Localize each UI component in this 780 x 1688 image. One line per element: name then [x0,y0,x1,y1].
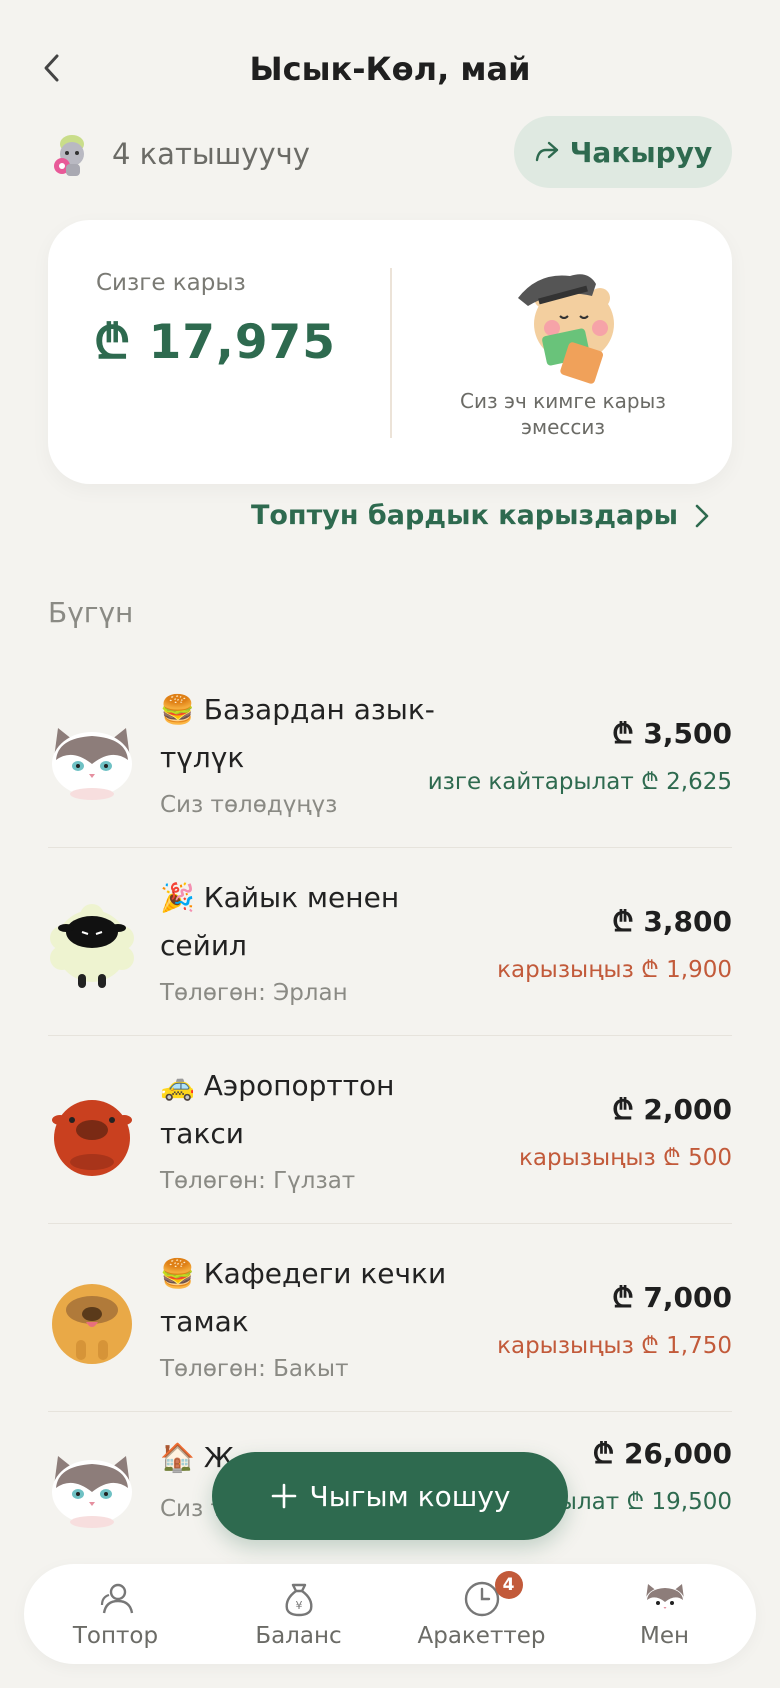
invite-label: Чакыруу [569,135,713,169]
expense-name: 🍔 Кафедеги кечки тамак [160,1250,450,1346]
expense-share: рылат ₾ 19,500 [544,1489,732,1515]
owed-amount: ₾ 17,975 [94,315,336,370]
people-icon [100,1583,133,1614]
cat-avatar-icon [52,1456,132,1528]
party-emoji-icon: 🎉 [160,881,195,914]
expense-payer: Төлөгөн: Гүлзат [160,1168,356,1194]
expense-name: 🍔 Базардан азык-түлүк [160,686,450,782]
house-emoji-icon: 🏠 [160,1441,195,1474]
owed-label: Сизге карыз [96,270,246,296]
bull-avatar-icon [52,1100,132,1176]
expense-name-text: Кафедеги кечки тамак [160,1257,447,1338]
tab-groups[interactable]: Топтор [31,1579,201,1649]
tab-activity[interactable]: 4 Аракеттер [397,1571,567,1649]
expense-total: ₾ 2,000 [612,1093,732,1126]
add-expense-button[interactable]: Чыгым кошуу [212,1452,568,1540]
taxi-emoji-icon: 🚕 [160,1069,195,1102]
expense-total: ₾ 7,000 [612,1281,732,1314]
expense-share: карызыңыз ₾ 1,750 [497,1333,732,1359]
food-emoji-icon: 🍔 [160,693,195,726]
mascot-bear-money-icon [518,274,614,384]
expense-name-text: Базардан азык-түлүк [160,693,435,774]
tab-label: Топтор [72,1623,159,1649]
expense-total: ₾ 3,500 [612,717,732,750]
expense-row[interactable]: 🚕 Аэропорттон такси Төлөгөн: Гүлзат ₾ 2,… [48,1036,732,1224]
chevron-right-icon [695,504,709,527]
participants[interactable]: 4 катышуучу [50,126,310,182]
dog-avatar-icon [52,1284,132,1364]
expense-payer: Сиз төлөдүңүз [160,792,338,818]
notification-badge: 4 [494,1571,523,1599]
card-divider [390,268,392,438]
balance-card: Сизге карыз ₾ 17,975 Сиз эч кимге карыз … [48,220,732,484]
tab-label: Мен [639,1623,690,1649]
expense-payer: Төлөгөн: Бакыт [160,1356,349,1382]
expense-total: ₾ 26,000 [592,1437,732,1470]
tab-label: Аракеттер [417,1623,546,1649]
all-debts-label: Топтун бардык карыздары [250,500,678,531]
section-title-today: Бүгүн [48,596,134,629]
cat-avatar-icon [52,728,132,800]
add-expense-label: Чыгым кошуу [309,1479,511,1513]
expense-row[interactable]: 🍔 Кафедеги кечки тамак Төлөгөн: Бакыт ₾ … [48,1224,732,1412]
invite-button[interactable]: Чакыруу [514,116,732,188]
tab-me[interactable]: Мен [580,1579,750,1649]
expense-row[interactable]: 🎉 Кайык менен сейил Төлөгөн: Эрлан ₾ 3,8… [48,848,732,1036]
expense-name: 🚕 Аэропорттон такси [160,1062,450,1158]
svg-text:¥: ¥ [295,1599,302,1612]
expense-total: ₾ 3,800 [612,905,732,938]
participant-avatar-icon [54,135,84,176]
food-emoji-icon: 🍔 [160,1257,195,1290]
cat-avatar-icon [644,1584,685,1617]
expense-payer: Төлөгөн: Эрлан [160,980,348,1006]
expense-share: изге кайтарылат ₾ 2,625 [427,769,732,795]
sheep-avatar-icon [50,904,134,988]
money-bag-icon: ¥ [285,1583,312,1617]
bottom-tab-bar: Топтор ¥ Баланс 4 Аракеттер Мен [24,1564,756,1664]
participants-count: 4 катышуучу [112,137,310,171]
tab-label: Баланс [255,1623,342,1649]
expense-share: карызыңыз ₾ 500 [519,1145,732,1171]
plus-icon [271,1483,296,1509]
no-debt-text: Сиз эч кимге карыз эмессиз [460,389,666,439]
expense-name: 🎉 Кайык менен сейил [160,874,450,970]
expense-name-text: Кайык менен сейил [160,881,400,962]
expense-share: карызыңыз ₾ 1,900 [497,957,732,983]
all-debts-link[interactable]: Топтун бардык карыздары [251,500,710,531]
expense-row[interactable]: 🍔 Базардан азык-түлүк Сиз төлөдүңүз ₾ 3,… [48,660,732,848]
share-arrow-icon [535,141,558,162]
tab-balance[interactable]: ¥ Баланс [214,1579,384,1649]
page-title: Ысык-Көл, май [249,50,531,88]
expense-name-text: Аэропорттон такси [160,1069,395,1150]
